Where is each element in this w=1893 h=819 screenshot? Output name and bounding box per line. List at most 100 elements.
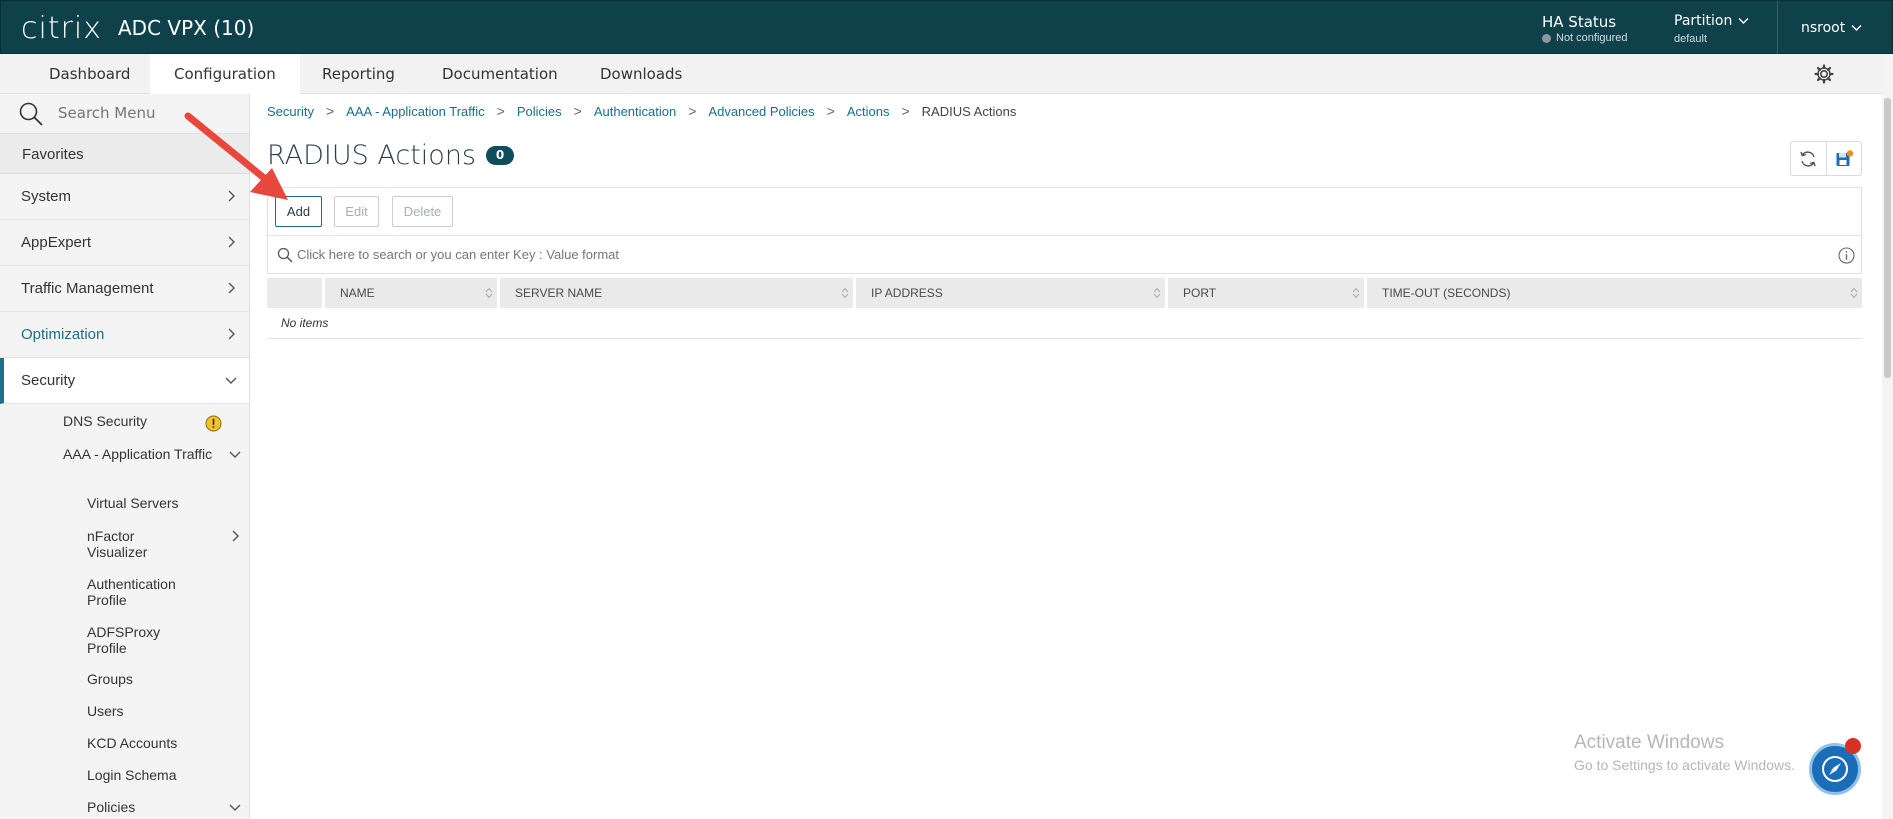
search-icon bbox=[277, 247, 293, 263]
tab-configuration[interactable]: Configuration bbox=[150, 54, 300, 94]
table-divider bbox=[267, 338, 1862, 339]
sidebar-item-dns-security[interactable]: DNS Security bbox=[63, 413, 147, 429]
ha-status-value-row: Not configured bbox=[1542, 32, 1628, 44]
save-config-button[interactable] bbox=[1825, 142, 1861, 175]
page-scrollbar[interactable] bbox=[1882, 54, 1893, 819]
ha-status-value: Not configured bbox=[1556, 32, 1628, 44]
tab-documentation[interactable]: Documentation bbox=[418, 54, 582, 94]
header-divider bbox=[1777, 1, 1778, 55]
column-header-label: NAME bbox=[340, 286, 375, 300]
breadcrumb: Security > AAA - Application Traffic > P… bbox=[267, 103, 1016, 119]
breadcrumb-separator: > bbox=[688, 103, 697, 119]
chevron-right-icon bbox=[228, 328, 235, 340]
favorites-label: Favorites bbox=[22, 146, 84, 163]
breadcrumb-separator: > bbox=[573, 103, 582, 119]
watermark-line2: Go to Settings to activate Windows. bbox=[1574, 757, 1795, 773]
sidebar-item-login-schema[interactable]: Login Schema bbox=[87, 767, 177, 783]
tab-dashboard[interactable]: Dashboard bbox=[25, 54, 154, 94]
status-dot-icon bbox=[1542, 33, 1551, 43]
save-icon bbox=[1836, 149, 1854, 166]
empty-table-message: No items bbox=[281, 316, 329, 330]
breadcrumb-authentication[interactable]: Authentication bbox=[594, 104, 676, 119]
breadcrumb-separator: > bbox=[325, 103, 335, 119]
breadcrumb-actions[interactable]: Actions bbox=[847, 104, 890, 119]
compass-icon bbox=[1822, 756, 1848, 782]
sidebar-item-adfsproxy-profile[interactable]: ADFSProxy Profile bbox=[87, 624, 197, 656]
action-toolbar: Add Edit Delete bbox=[267, 187, 1862, 236]
edit-button[interactable]: Edit bbox=[334, 196, 379, 227]
select-column[interactable] bbox=[267, 278, 322, 308]
sidebar-item-nfactor-visualizer[interactable]: nFactor Visualizer bbox=[87, 528, 197, 560]
chevron-down-icon bbox=[1738, 18, 1749, 24]
tab-reporting[interactable]: Reporting bbox=[298, 54, 419, 94]
table-header: NAME SERVER NAME IP ADDRESS PORT TIME-OU… bbox=[267, 278, 1862, 308]
partition-selector[interactable]: Partition default bbox=[1674, 13, 1749, 45]
partition-value: default bbox=[1674, 33, 1708, 45]
sort-icon bbox=[1352, 287, 1360, 299]
breadcrumb-aaa[interactable]: AAA - Application Traffic bbox=[346, 104, 485, 119]
scrollbar-thumb[interactable] bbox=[1884, 98, 1891, 378]
user-name: nsroot bbox=[1801, 20, 1846, 36]
warning-icon bbox=[205, 415, 222, 432]
table-search bbox=[267, 236, 1862, 274]
sort-icon bbox=[1850, 287, 1858, 299]
breadcrumb-separator: > bbox=[901, 103, 910, 119]
partition-label-row: Partition bbox=[1674, 13, 1749, 29]
sidebar-item-label: AppExpert bbox=[21, 234, 92, 251]
sidebar-item-kcd-accounts[interactable]: KCD Accounts bbox=[87, 735, 177, 751]
breadcrumb-policies[interactable]: Policies bbox=[517, 104, 562, 119]
column-server-name[interactable]: SERVER NAME bbox=[500, 278, 853, 308]
sidebar-item-virtual-servers[interactable]: Virtual Servers bbox=[87, 495, 179, 511]
column-header-label: PORT bbox=[1183, 286, 1217, 300]
notification-dot bbox=[1845, 738, 1861, 754]
chevron-right-icon[interactable] bbox=[228, 529, 242, 543]
refresh-button[interactable] bbox=[1791, 142, 1826, 175]
chevron-right-icon bbox=[228, 236, 235, 248]
product-name: ADC VPX (10) bbox=[118, 16, 255, 40]
sort-icon bbox=[1153, 287, 1161, 299]
partition-label: Partition bbox=[1674, 13, 1733, 29]
main-nav: Dashboard Configuration Reporting Docume… bbox=[0, 54, 1882, 94]
ha-status-label: HA Status bbox=[1542, 13, 1617, 31]
refresh-icon bbox=[1800, 151, 1817, 166]
chevron-right-icon bbox=[228, 282, 235, 294]
sidebar-item-optimization[interactable]: Optimization bbox=[0, 312, 249, 358]
column-header-label: IP ADDRESS bbox=[871, 286, 943, 300]
top-header: citrix ADC VPX (10) HA Status Not config… bbox=[0, 0, 1893, 55]
chevron-down-icon bbox=[1851, 25, 1862, 31]
sidebar-item-policies[interactable]: Policies bbox=[87, 799, 135, 815]
sidebar-item-label: Optimization bbox=[21, 326, 105, 343]
citrix-logo[interactable]: citrix bbox=[21, 11, 102, 46]
sidebar-item-traffic-management[interactable]: Traffic Management bbox=[0, 266, 249, 312]
windows-activation-watermark: Activate Windows Go to Settings to activ… bbox=[1574, 732, 1795, 773]
sidebar-item-security[interactable]: Security bbox=[0, 358, 249, 404]
breadcrumb-advanced-policies[interactable]: Advanced Policies bbox=[708, 104, 814, 119]
sidebar-item-authentication-profile[interactable]: Authentication Profile bbox=[87, 576, 217, 608]
ha-status[interactable]: HA Status Not configured bbox=[1542, 13, 1628, 44]
breadcrumb-separator: > bbox=[826, 103, 835, 119]
column-ip-address[interactable]: IP ADDRESS bbox=[856, 278, 1165, 308]
sidebar-item-aaa-application-traffic[interactable]: AAA - Application Traffic bbox=[63, 446, 213, 462]
gear-icon[interactable] bbox=[1814, 64, 1834, 84]
count-badge: 0 bbox=[486, 146, 514, 165]
breadcrumb-current: RADIUS Actions bbox=[921, 103, 1017, 119]
main-content: Security > AAA - Application Traffic > P… bbox=[251, 94, 1882, 819]
sort-icon bbox=[485, 287, 493, 299]
chevron-down-icon[interactable] bbox=[228, 800, 242, 814]
column-name[interactable]: NAME bbox=[325, 278, 497, 308]
tab-downloads[interactable]: Downloads bbox=[576, 54, 706, 94]
column-port[interactable]: PORT bbox=[1168, 278, 1364, 308]
sidebar-item-users[interactable]: Users bbox=[87, 703, 124, 719]
column-timeout[interactable]: TIME-OUT (SECONDS) bbox=[1367, 278, 1862, 308]
sidebar-item-groups[interactable]: Groups bbox=[87, 671, 133, 687]
user-menu[interactable]: nsroot bbox=[1801, 20, 1862, 36]
chevron-down-icon[interactable] bbox=[228, 447, 242, 461]
chevron-down-icon bbox=[225, 377, 237, 384]
info-icon[interactable] bbox=[1838, 247, 1855, 264]
column-header-label: TIME-OUT (SECONDS) bbox=[1382, 286, 1511, 300]
table-search-input[interactable] bbox=[295, 243, 1795, 265]
delete-button[interactable]: Delete bbox=[392, 196, 453, 227]
sidebar-item-label: Security bbox=[21, 372, 76, 389]
sidebar-item-appexpert[interactable]: AppExpert bbox=[0, 220, 249, 266]
sidebar-item-label: Traffic Management bbox=[21, 280, 154, 297]
